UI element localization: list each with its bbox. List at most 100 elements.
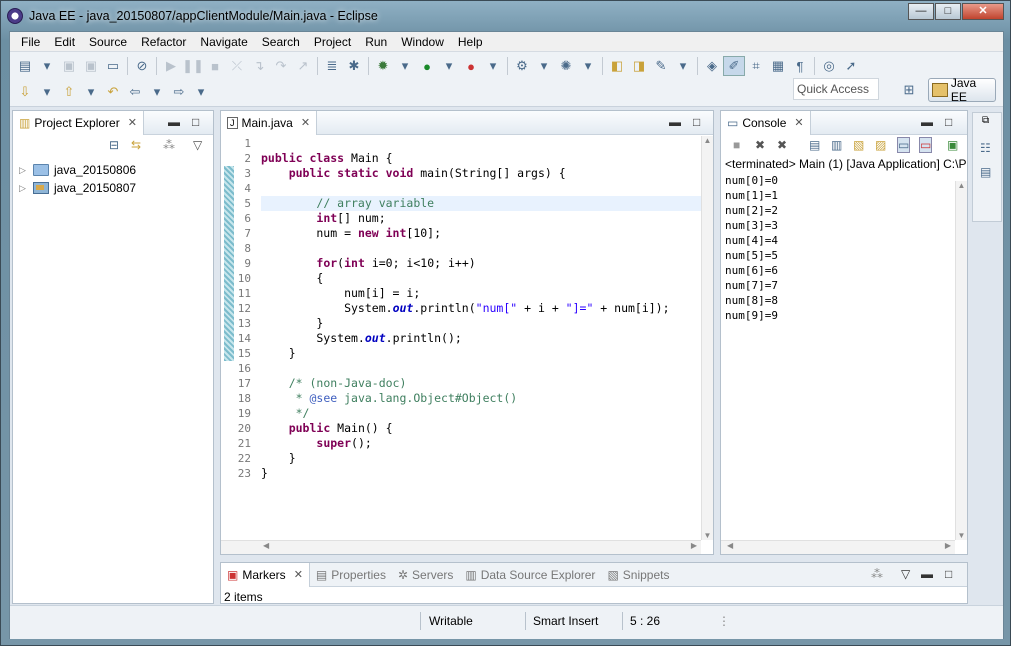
search-icon[interactable]: ✎ xyxy=(650,56,672,76)
save-icon[interactable]: ▣ xyxy=(58,56,80,76)
menu-edit[interactable]: Edit xyxy=(47,35,82,49)
minimize-icon[interactable]: ▬ xyxy=(168,115,180,129)
dropdown-icon[interactable]: ▾ xyxy=(438,56,460,76)
wizard-icon[interactable]: ✱ xyxy=(343,56,365,76)
dropdown-icon[interactable]: ▾ xyxy=(146,82,168,102)
code-line[interactable]: /* (non-Java-doc) xyxy=(261,376,701,391)
code-line[interactable]: // array variable xyxy=(261,196,701,211)
filter-icon[interactable]: ⁂ xyxy=(871,567,883,581)
horizontal-scrollbar[interactable]: ◀ ▶ xyxy=(721,540,955,554)
back-icon[interactable]: ⇦ xyxy=(124,82,146,102)
step-over-icon[interactable]: ↷ xyxy=(270,56,292,76)
filter-icon[interactable]: ⁂ xyxy=(163,138,175,152)
open-folder-icon[interactable]: ◨ xyxy=(628,56,650,76)
dropdown-icon[interactable]: ▾ xyxy=(36,82,58,102)
tab-project-explorer[interactable]: ▥ Project Explorer ✕ xyxy=(13,110,144,135)
minimize-icon[interactable]: ▬ xyxy=(921,115,933,129)
run-icon[interactable]: ● xyxy=(416,56,438,76)
console-output[interactable]: num[0]=0 num[1]=1 num[2]=2 num[3]=3 num[4]=4… xyxy=(721,173,967,323)
code-line[interactable]: public static void main(String[] args) { xyxy=(261,166,701,181)
show-whitespace-icon[interactable]: ▦ xyxy=(767,56,789,76)
menu-window[interactable]: Window xyxy=(394,35,451,49)
code-line[interactable]: super(); xyxy=(261,436,701,451)
remove-all-icon[interactable]: ✖ xyxy=(777,138,787,152)
code-line[interactable]: } xyxy=(261,316,701,331)
last-edit-icon[interactable]: ↶ xyxy=(102,82,124,102)
collapse-all-icon[interactable]: ⊟ xyxy=(109,138,119,152)
word-wrap-icon[interactable]: ▧ xyxy=(853,138,864,152)
vertical-scrollbar[interactable]: ▲ ▼ xyxy=(701,136,713,540)
code-line[interactable]: { xyxy=(261,271,701,286)
tab-servers[interactable]: ✲ Servers xyxy=(392,563,459,587)
tab-main-java[interactable]: J Main.java ✕ xyxy=(221,110,318,135)
close-icon[interactable]: ✕ xyxy=(794,116,803,129)
forward-nav-icon[interactable]: ⇨ xyxy=(168,82,190,102)
open-type-icon[interactable]: ◧ xyxy=(606,56,628,76)
tab-snippets[interactable]: ▧ Snippets xyxy=(601,563,675,587)
maximize-icon[interactable]: □ xyxy=(192,115,199,129)
suspend-icon[interactable]: ❚❚ xyxy=(182,56,204,76)
maximize-icon[interactable]: □ xyxy=(945,115,952,129)
new-class-icon[interactable]: ✺ xyxy=(555,56,577,76)
code-line[interactable]: * @see java.lang.Object#Object() xyxy=(261,391,701,406)
tab-console[interactable]: ▭ Console ✕ xyxy=(721,110,811,135)
code-line[interactable] xyxy=(261,181,701,196)
code-line[interactable]: System.out.println(); xyxy=(261,331,701,346)
close-icon[interactable]: ✕ xyxy=(128,116,137,129)
tree-item[interactable]: ▷ java_20150806 xyxy=(19,161,213,179)
code-line[interactable]: num[i] = i; xyxy=(261,286,701,301)
menu-file[interactable]: File xyxy=(14,35,47,49)
resume-icon[interactable]: ▶ xyxy=(160,56,182,76)
tab-markers[interactable]: ▣ Markers ✕ xyxy=(221,562,310,587)
task-list-icon[interactable]: ▤ xyxy=(980,165,991,179)
tab-properties[interactable]: ▤ Properties xyxy=(310,563,392,587)
tree-item[interactable]: ▷ java_20150807 xyxy=(19,179,213,197)
code-line[interactable]: } xyxy=(261,346,701,361)
paragraph-icon[interactable]: ¶ xyxy=(789,56,811,76)
dropdown-icon[interactable]: ▾ xyxy=(190,82,212,102)
globe-icon[interactable]: ◎ xyxy=(818,56,840,76)
menu-help[interactable]: Help xyxy=(451,35,490,49)
tab-data-source-explorer[interactable]: ▥ Data Source Explorer xyxy=(459,563,601,587)
scroll-lock-icon[interactable]: ▥ xyxy=(831,138,842,152)
server-icon[interactable]: ≣ xyxy=(321,56,343,76)
maximize-icon[interactable]: □ xyxy=(945,567,952,581)
view-menu-icon[interactable]: ▽ xyxy=(901,567,910,581)
show-stderr-icon[interactable]: ▭ xyxy=(919,137,933,153)
expand-icon[interactable]: ▷ xyxy=(19,165,31,176)
view-menu-icon[interactable]: ▽ xyxy=(193,138,202,152)
dropdown-icon[interactable]: ▾ xyxy=(672,56,694,76)
remove-launch-icon[interactable]: ✖ xyxy=(755,138,765,152)
minimize-button[interactable]: — xyxy=(908,3,934,20)
code-line[interactable] xyxy=(261,361,701,376)
vertical-scrollbar[interactable]: ▲ ▼ xyxy=(955,181,967,540)
minimize-icon[interactable]: ▬ xyxy=(669,115,681,129)
perspective-java-ee[interactable]: Java EE xyxy=(928,76,996,104)
step-return-icon[interactable]: ↗ xyxy=(292,56,314,76)
code-line[interactable] xyxy=(261,136,701,151)
dropdown-icon[interactable]: ▾ xyxy=(80,82,102,102)
code-line[interactable] xyxy=(261,241,701,256)
close-icon[interactable]: ✕ xyxy=(294,568,303,581)
close-icon[interactable]: ✕ xyxy=(301,116,310,129)
menu-refactor[interactable]: Refactor xyxy=(134,35,193,49)
code-line[interactable]: for(int i=0; i<10; i++) xyxy=(261,256,701,271)
highlight-icon[interactable]: ✐ xyxy=(723,56,745,76)
disconnect-icon[interactable]: ⤫ xyxy=(226,56,248,76)
code-line[interactable]: public Main() { xyxy=(261,421,701,436)
close-button[interactable]: ✕ xyxy=(962,3,1004,20)
menu-search[interactable]: Search xyxy=(255,35,307,49)
step-into-icon[interactable]: ↴ xyxy=(248,56,270,76)
open-console-icon[interactable]: ▣ xyxy=(947,138,958,152)
dropdown-icon[interactable]: ▾ xyxy=(482,56,504,76)
menu-navigate[interactable]: Navigate xyxy=(193,35,254,49)
dropdown-icon[interactable]: ▾ xyxy=(533,56,555,76)
terminate-icon[interactable]: ■ xyxy=(204,56,226,76)
outline-icon[interactable]: ☷ xyxy=(980,141,991,155)
menu-project[interactable]: Project xyxy=(307,35,358,49)
next-annotation-icon[interactable]: ⇩ xyxy=(14,82,36,102)
dropdown-icon[interactable]: ▾ xyxy=(394,56,416,76)
expand-icon[interactable]: ▷ xyxy=(19,183,31,194)
quick-access-input[interactable]: Quick Access xyxy=(793,78,879,100)
forward-icon[interactable]: ➚ xyxy=(840,56,862,76)
